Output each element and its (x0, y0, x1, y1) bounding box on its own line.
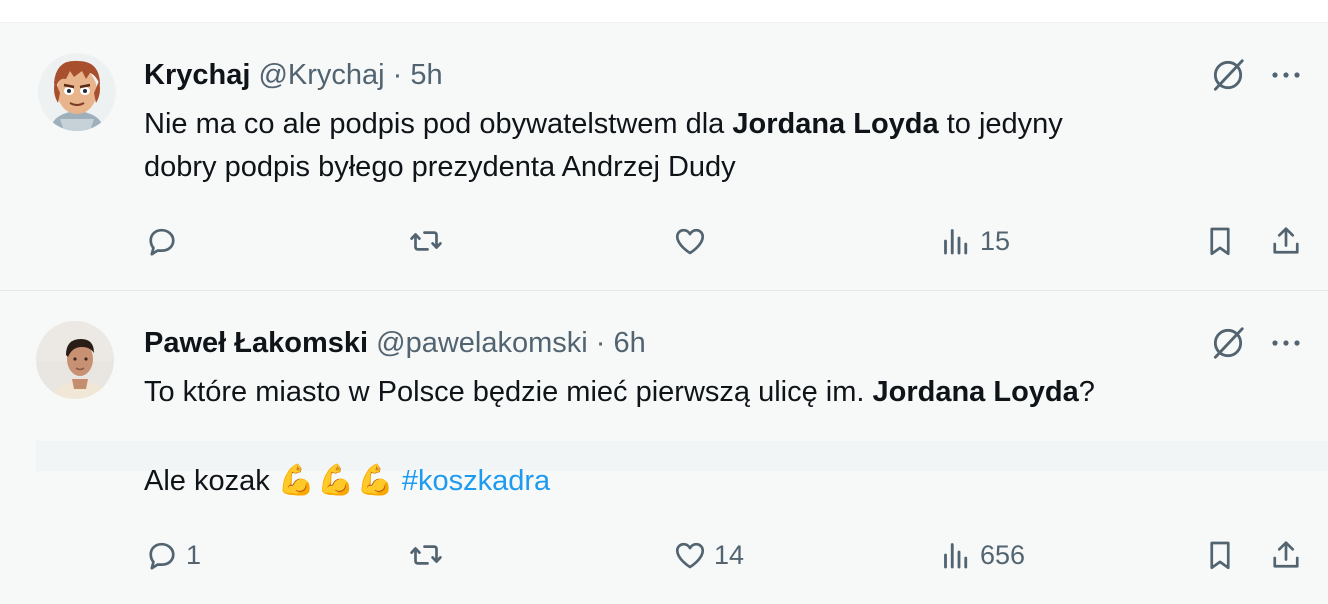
separator: · (392, 59, 403, 91)
text-segment: ? (1078, 376, 1095, 408)
grok-icon (1213, 59, 1244, 91)
grok-button[interactable] (1208, 323, 1248, 363)
more-button[interactable] (1266, 323, 1306, 363)
handle[interactable]: @Krychaj (258, 59, 384, 91)
tweet[interactable]: Krychaj @Krychaj · 5h Nie ma co ale podp… (0, 23, 1328, 290)
action-bar: 1 14 656 (0, 535, 1328, 575)
handle[interactable]: @pawelakomski (376, 327, 588, 359)
flexed-biceps-emoji: 💪 (317, 464, 355, 497)
separator: · (595, 327, 606, 359)
cartoon-avatar-icon (38, 53, 116, 131)
timestamp[interactable]: 6h (614, 327, 646, 359)
avatar[interactable] (38, 53, 116, 131)
retweet-icon (410, 545, 442, 565)
tweet-header: Krychaj @Krychaj · 5h (144, 57, 443, 93)
more-button[interactable] (1266, 55, 1306, 95)
like-button[interactable]: 14 (672, 535, 744, 575)
grok-icon (1213, 327, 1244, 359)
text-segment: dobry podpis byłego prezydenta Andrzej D… (144, 151, 736, 183)
previous-post-edge (0, 0, 1328, 23)
reply-button[interactable]: 1 (144, 535, 201, 575)
text-segment: Nie ma co ale podpis pod obywatelstwem d… (144, 108, 733, 140)
bookmark-icon (1210, 227, 1230, 256)
bold-mention: Jordana Loyda (872, 376, 1079, 408)
heart-icon (675, 542, 705, 569)
display-name[interactable]: Paweł Łakomski (144, 327, 368, 359)
share-icon (1273, 541, 1299, 568)
bold-mention: Jordana Loyda (732, 108, 939, 140)
like-count: 14 (714, 539, 745, 570)
bookmark-button[interactable] (1202, 221, 1238, 261)
retweet-button[interactable] (408, 221, 450, 261)
views-icon (944, 229, 968, 255)
flexed-biceps-emoji: 💪 (356, 464, 394, 497)
timeline: Krychaj @Krychaj · 5h Nie ma co ale podp… (0, 0, 1328, 604)
grok-button[interactable] (1208, 55, 1248, 95)
retweet-icon (410, 231, 442, 251)
views-count: 656 (980, 539, 1026, 570)
retweet-button[interactable] (408, 535, 450, 575)
views-count: 15 (980, 225, 1011, 256)
reply-icon (149, 228, 175, 256)
views-button[interactable]: 15 (938, 221, 1010, 261)
text-segment: To które miasto w Polsce będzie mieć pie… (144, 376, 873, 408)
views-icon (944, 543, 968, 569)
action-bar: 15 (0, 221, 1328, 261)
timestamp[interactable]: 5h (410, 59, 442, 91)
heart-icon (675, 228, 705, 255)
bookmark-button[interactable] (1202, 535, 1238, 575)
avatar[interactable] (36, 321, 114, 399)
tweet[interactable]: Paweł Łakomski @pawelakomski · 6h To któ… (0, 291, 1328, 604)
share-button[interactable] (1268, 221, 1304, 261)
profile-photo-icon (36, 321, 114, 399)
text-segment: to jedyny (938, 108, 1063, 140)
hashtag-link[interactable]: #koszkadra (402, 465, 550, 497)
views-button[interactable]: 656 (938, 535, 1025, 575)
more-icon (1272, 340, 1300, 346)
display-name[interactable]: Krychaj (144, 59, 250, 91)
tweet-text: Nie ma co ale podpis pod obywatelstwem d… (144, 103, 1063, 189)
share-button[interactable] (1268, 535, 1304, 575)
more-icon (1272, 72, 1300, 78)
flexed-biceps-emoji: 💪 (277, 464, 316, 497)
share-icon (1273, 227, 1299, 254)
like-button[interactable] (672, 221, 714, 261)
reply-icon (149, 542, 175, 570)
tweet-text: To które miasto w Polsce będzie mieć pie… (144, 371, 1095, 502)
text-segment: Ale kozak (144, 465, 278, 497)
bookmark-icon (1210, 541, 1230, 570)
tweet-header: Paweł Łakomski @pawelakomski · 6h (144, 325, 646, 361)
reply-button[interactable] (144, 221, 186, 261)
reply-count: 1 (186, 539, 202, 570)
